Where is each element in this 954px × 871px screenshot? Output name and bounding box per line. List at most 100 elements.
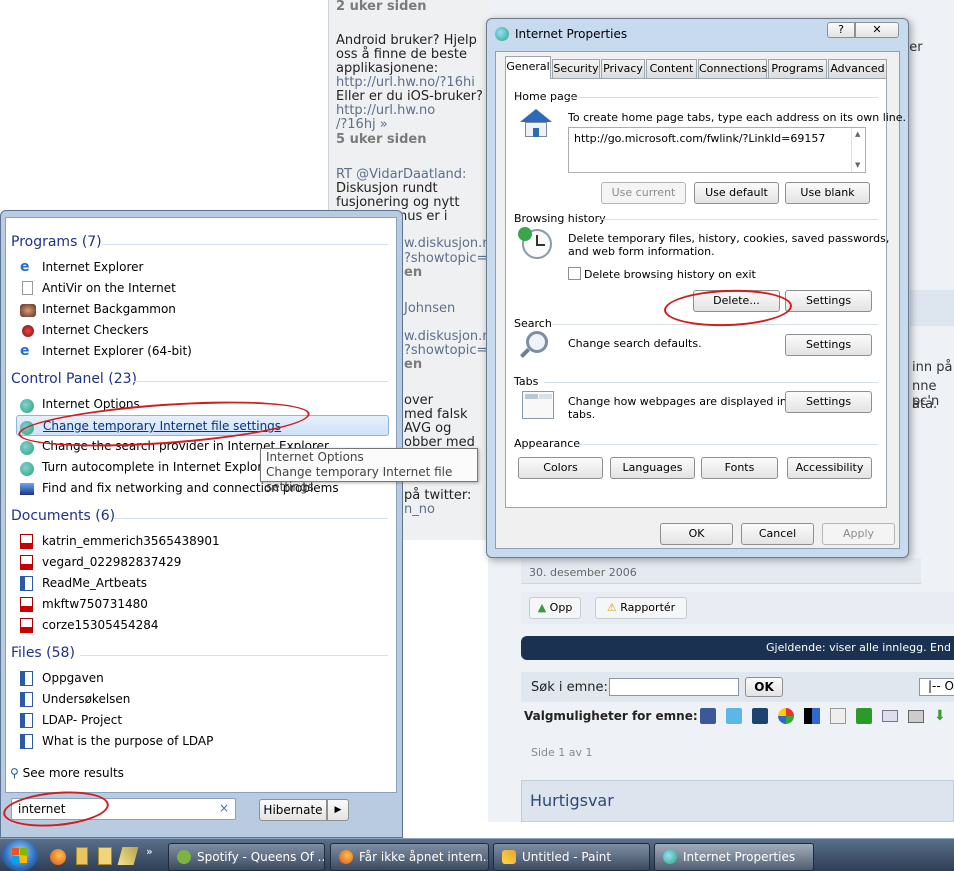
taskbar-item-spotify[interactable]: Spotify - Queens Of ... <box>168 843 325 871</box>
document-label: ReadMe_Artbeats <box>42 576 148 590</box>
tabs-text: Change how webpages are displayed in <box>568 395 787 408</box>
files-header[interactable]: Files (58) <box>11 645 75 661</box>
tweet-handle[interactable]: n_no <box>404 503 435 517</box>
delete-on-exit-checkbox[interactable] <box>568 267 581 280</box>
tweet-link[interactable]: http://url.hw.no <box>336 104 435 118</box>
documents-header[interactable]: Documents (6) <box>11 508 115 524</box>
cancel-button[interactable]: Cancel <box>741 523 814 545</box>
topic-search-ok-button[interactable]: OK <box>745 677 783 697</box>
pdf-file-icon <box>20 597 33 612</box>
notepad-icon[interactable] <box>76 847 88 865</box>
scroll-down-icon[interactable]: ▼ <box>855 161 860 169</box>
myspace-icon[interactable] <box>830 708 846 724</box>
tooltip-text: Change temporary Internet file settings <box>266 465 453 494</box>
banner-text: Gjeldende: viser alle innlegg. End <box>766 641 951 654</box>
taskbar-item-label: Spotify - Queens Of ... <box>197 850 325 864</box>
programs-header[interactable]: Programs (7) <box>11 234 102 250</box>
section-divider <box>134 381 388 382</box>
program-label: Internet Explorer <box>42 260 144 274</box>
section-divider <box>80 655 388 656</box>
file-label: Oppgaven <box>42 671 104 685</box>
hibernate-button[interactable]: Hibernate <box>259 799 327 821</box>
paint-icon <box>502 850 516 864</box>
power-options-arrow-button[interactable]: ▶ <box>327 799 349 821</box>
taskbar-item-firefox[interactable]: Får ikke åpnet intern... <box>330 843 489 871</box>
help-button[interactable]: ? <box>827 22 855 38</box>
ok-button[interactable]: OK <box>660 523 733 545</box>
forum-text: ata. <box>912 397 938 412</box>
tweet-handle[interactable]: Johnsen <box>404 302 455 316</box>
tweet-text: fusjonering og nytt <box>336 195 460 210</box>
use-current-button[interactable]: Use current <box>601 182 686 204</box>
folder-icon[interactable] <box>98 847 112 865</box>
program-label: Internet Explorer (64-bit) <box>42 344 192 358</box>
use-blank-button[interactable]: Use blank <box>785 182 870 204</box>
forum-jump-select[interactable]: |-- O <box>919 678 954 696</box>
email-icon[interactable] <box>882 710 898 722</box>
fonts-button[interactable]: Fonts <box>701 457 778 479</box>
firefox-icon[interactable] <box>50 849 66 865</box>
file-label: LDAP- Project <box>42 713 123 727</box>
tweet-link[interactable]: ?showtopic= <box>404 252 487 266</box>
tab-advanced[interactable]: Advanced <box>828 59 887 78</box>
tweet-link[interactable]: w.diskusjon.n <box>404 330 491 344</box>
group-divider <box>568 97 878 98</box>
close-button[interactable]: ✕ <box>855 22 899 38</box>
delicious-icon[interactable] <box>804 708 820 724</box>
tweet-handle[interactable]: RT @VidarDaatland: <box>336 168 466 182</box>
taskbar-item-paint[interactable]: Untitled - Paint <box>493 843 650 871</box>
ie-icon: e <box>20 259 30 275</box>
tweet-link[interactable]: /?16hj » <box>336 118 388 132</box>
report-button[interactable]: ⚠ Rapportér <box>595 597 687 619</box>
control-panel-header[interactable]: Control Panel (23) <box>11 371 137 387</box>
tweet-link[interactable]: w.diskusjon.n <box>404 237 491 251</box>
home-page-text: To create home page tabs, type each addr… <box>568 111 907 124</box>
history-settings-button[interactable]: Settings <box>785 290 872 312</box>
tabs-settings-button[interactable]: Settings <box>785 391 872 413</box>
google-icon[interactable] <box>778 708 794 724</box>
tab-security[interactable]: Security <box>552 59 600 78</box>
download-icon[interactable]: ⬇ <box>934 708 948 724</box>
tab-general[interactable]: General <box>505 56 551 79</box>
tab-content[interactable]: Content <box>646 59 697 78</box>
scroll-up-icon[interactable]: ▲ <box>855 130 860 138</box>
report-label: Rapportér <box>620 601 676 614</box>
word-file-icon <box>20 713 33 728</box>
facebook-icon[interactable] <box>700 708 716 724</box>
taskbar-item-internet-properties[interactable]: Internet Properties <box>654 843 814 871</box>
colors-button[interactable]: Colors <box>518 457 603 479</box>
up-button[interactable]: ▲ Opp <box>529 597 581 619</box>
tab-privacy[interactable]: Privacy <box>601 59 645 78</box>
accessibility-button[interactable]: Accessibility <box>787 457 872 479</box>
textarea-scrollbar[interactable]: ▲ ▼ <box>851 128 865 172</box>
warning-icon: ⚠ <box>606 601 617 614</box>
start-menu-results: Programs (7) e Internet Explorer AntiVir … <box>5 217 397 793</box>
tweet-link[interactable]: http://url.hw.no/?16hi <box>336 76 475 90</box>
twitter-icon[interactable] <box>726 708 742 724</box>
start-button[interactable] <box>2 840 38 871</box>
pdf-file-icon <box>20 555 33 570</box>
home-page-textarea[interactable]: http://go.microsoft.com/fwlink/?LinkId=6… <box>568 127 866 173</box>
checkers-icon <box>22 325 34 337</box>
tab-connections[interactable]: Connections <box>698 59 767 78</box>
tab-programs[interactable]: Programs <box>768 59 827 78</box>
use-default-button[interactable]: Use default <box>694 182 779 204</box>
pencil-icon[interactable] <box>117 847 139 865</box>
apply-button[interactable]: Apply <box>822 523 895 545</box>
word-file-icon <box>20 734 33 749</box>
group-divider <box>576 444 878 445</box>
word-file-icon <box>20 671 33 686</box>
print-icon[interactable] <box>908 710 924 723</box>
tabs-window-icon <box>522 391 554 419</box>
internet-properties-dialog: Internet Properties ? ✕ General Security… <box>486 18 909 558</box>
languages-button[interactable]: Languages <box>610 457 695 479</box>
topic-search-bar: Søk i emne: OK |-- O <box>521 672 954 702</box>
digg-icon[interactable] <box>752 708 768 724</box>
chevron-more-icon[interactable]: » <box>146 845 153 858</box>
tweet-link[interactable]: ?showtopic= <box>404 344 487 358</box>
search-settings-button[interactable]: Settings <box>785 334 872 356</box>
clear-search-icon[interactable]: × <box>219 801 229 815</box>
see-more-results[interactable]: ⚲ See more results <box>10 766 124 780</box>
topic-search-input[interactable] <box>609 678 739 696</box>
stumbleupon-icon[interactable] <box>856 708 872 724</box>
